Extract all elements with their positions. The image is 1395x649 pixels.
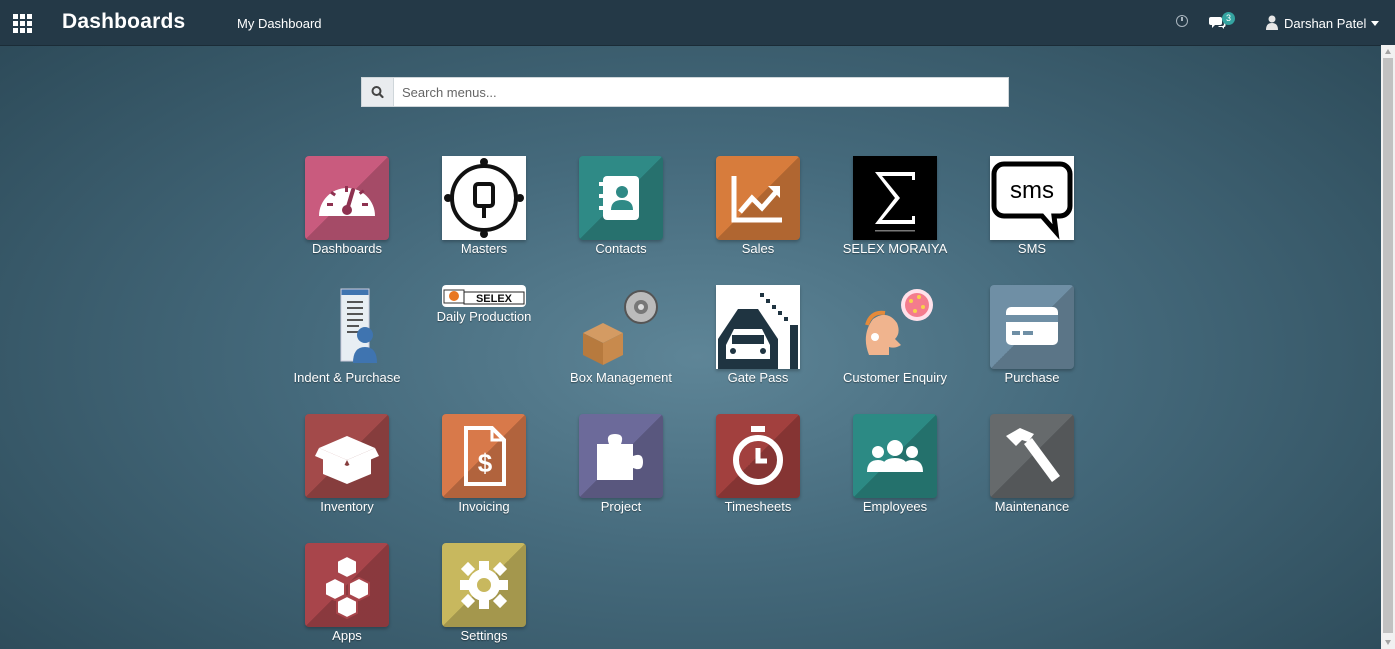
scroll-up-arrow-icon[interactable]: [1385, 49, 1391, 54]
app-label: SMS: [1017, 241, 1047, 256]
app-tile-gate-pass[interactable]: Gate Pass: [688, 285, 828, 385]
dashboard-gauge-icon: [305, 156, 389, 240]
top-navbar: Dashboards My Dashboard 3 Darshan Patel: [0, 0, 1395, 46]
app-tile-masters[interactable]: Masters: [414, 156, 554, 256]
search-icon: [371, 86, 384, 99]
app-label: Inventory: [320, 499, 374, 514]
app-label: Box Management: [570, 370, 672, 385]
app-label: Purchase: [1004, 370, 1060, 385]
car-gate-icon: [716, 285, 800, 369]
scroll-down-arrow-icon[interactable]: [1385, 640, 1391, 645]
sigma-icon: [853, 156, 937, 240]
app-tile-selex-moraiya[interactable]: SELEX MORAIYA: [825, 156, 965, 256]
credit-card-icon: [990, 285, 1074, 369]
svg-text:sms: sms: [1010, 177, 1054, 204]
app-tile-sms[interactable]: sms SMS: [962, 156, 1102, 256]
app-label: Daily Production: [436, 309, 532, 324]
app-tile-dashboards[interactable]: Dashboards: [277, 156, 417, 256]
search-menus-input[interactable]: [394, 78, 1022, 106]
app-tile-daily-production[interactable]: SELEX Daily Production: [414, 285, 554, 324]
app-label: Project: [600, 499, 642, 514]
app-label: Sales: [741, 241, 775, 256]
app-label: Employees: [862, 499, 928, 514]
app-label: Gate Pass: [727, 370, 789, 385]
vertical-scrollbar[interactable]: [1381, 45, 1395, 649]
app-tile-project[interactable]: Project: [551, 414, 691, 514]
search-menus-box: [361, 77, 1022, 107]
app-tile-apps[interactable]: Apps: [277, 543, 417, 643]
app-label: Contacts: [595, 241, 647, 256]
stopwatch-icon: [716, 414, 800, 498]
apps-menu-icon[interactable]: [13, 14, 33, 33]
user-icon[interactable]: [1265, 15, 1279, 30]
app-label: SELEX MORAIYA: [842, 241, 948, 256]
gear-icon: [442, 543, 526, 627]
customer-enquiry-icon: [853, 285, 937, 369]
chat-count-badge: 3: [1222, 12, 1236, 25]
app-label: Customer Enquiry: [842, 370, 948, 385]
app-title: Dashboards: [62, 10, 186, 33]
activity-clock-icon[interactable]: [1176, 15, 1188, 27]
app-label: Indent & Purchase: [293, 370, 401, 385]
app-tile-customer-enquiry[interactable]: Customer Enquiry: [825, 285, 965, 385]
app-label: Timesheets: [724, 499, 792, 514]
box-gear-icon: [579, 285, 663, 369]
app-tile-sales[interactable]: Sales: [688, 156, 828, 256]
app-tile-invoicing[interactable]: $ Invoicing: [414, 414, 554, 514]
open-box-icon: [305, 414, 389, 498]
hammer-icon: [990, 414, 1074, 498]
address-book-icon: [579, 156, 663, 240]
app-tile-timesheets[interactable]: Timesheets: [688, 414, 828, 514]
search-button[interactable]: [362, 78, 394, 106]
app-tile-employees[interactable]: Employees: [825, 414, 965, 514]
chart-trend-icon: [716, 156, 800, 240]
app-tile-indent-purchase[interactable]: Indent & Purchase: [277, 285, 417, 385]
selex-logo-icon: SELEX: [442, 285, 526, 307]
svg-text:$: $: [478, 448, 493, 478]
user-menu[interactable]: Darshan Patel: [1284, 16, 1366, 31]
app-tile-purchase[interactable]: Purchase: [962, 285, 1102, 385]
app-tile-contacts[interactable]: Contacts: [551, 156, 691, 256]
app-label: Dashboards: [311, 241, 383, 256]
app-tile-settings[interactable]: Settings: [414, 543, 554, 643]
app-tile-maintenance[interactable]: Maintenance: [962, 414, 1102, 514]
app-tile-box-management[interactable]: Box Management: [551, 285, 691, 385]
app-label: Settings: [460, 628, 508, 643]
app-label: Apps: [332, 628, 362, 643]
document-user-icon: [305, 285, 389, 369]
invoice-dollar-icon: $: [442, 414, 526, 498]
app-tile-inventory[interactable]: Inventory: [277, 414, 417, 514]
menu-my-dashboard[interactable]: My Dashboard: [237, 16, 322, 31]
puzzle-icon: [579, 414, 663, 498]
masters-node-icon: [442, 156, 526, 240]
app-label: Maintenance: [994, 499, 1070, 514]
svg-text:SELEX: SELEX: [476, 293, 513, 305]
team-icon: [853, 414, 937, 498]
scroll-thumb[interactable]: [1383, 58, 1393, 633]
sms-bubble-icon: sms: [990, 156, 1074, 240]
app-label: Masters: [460, 241, 508, 256]
app-label: Invoicing: [458, 499, 510, 514]
caret-down-icon[interactable]: [1371, 21, 1379, 26]
cubes-icon: [305, 543, 389, 627]
